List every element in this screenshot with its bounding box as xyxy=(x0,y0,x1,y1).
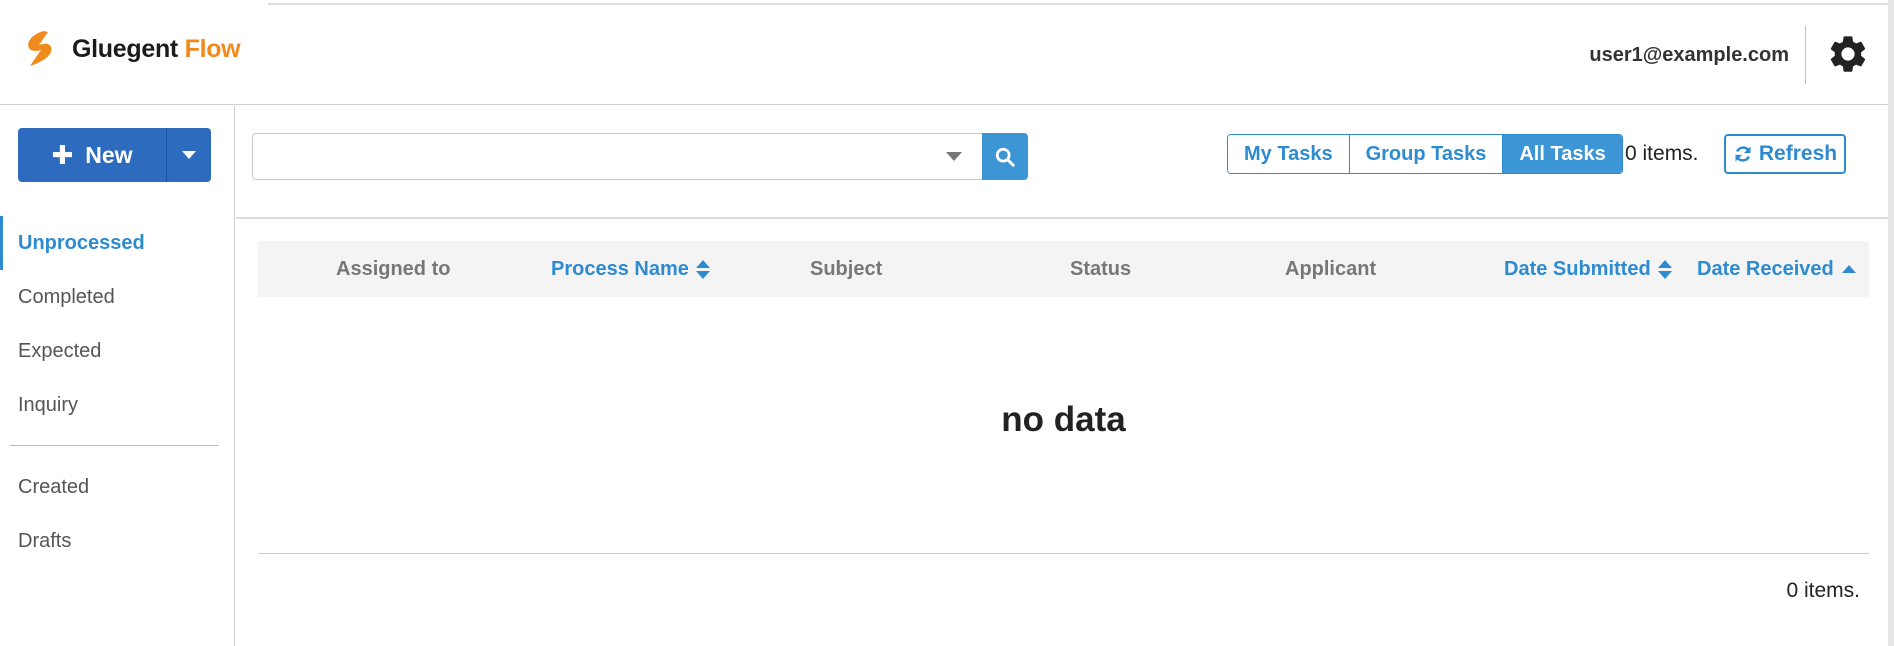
tab-all-tasks[interactable]: All Tasks xyxy=(1502,135,1622,173)
table-bottom-divider xyxy=(258,553,1869,554)
header-top-line xyxy=(268,3,1894,5)
sidebar-item-created[interactable]: Created xyxy=(0,460,234,514)
refresh-label: Refresh xyxy=(1758,142,1838,165)
new-menu-toggle[interactable] xyxy=(166,128,211,182)
refresh-button[interactable]: Refresh xyxy=(1724,134,1846,174)
column-label: Date Submitted xyxy=(1504,257,1651,280)
column-date-received[interactable]: Date Received xyxy=(1697,241,1856,297)
column-status: Status xyxy=(1070,241,1131,297)
column-assigned-to: Assigned to xyxy=(336,241,450,297)
column-label: Subject xyxy=(810,257,883,280)
footer-items-count: 0 items. xyxy=(1786,579,1860,602)
plus-icon: ✚ xyxy=(51,140,74,170)
app-header: Gluegent Flow user1@example.com xyxy=(0,0,1894,105)
search-select[interactable] xyxy=(252,133,982,180)
app-logo[interactable]: Gluegent Flow xyxy=(20,28,241,70)
tab-group-tasks[interactable]: Group Tasks xyxy=(1348,135,1503,173)
caret-down-icon xyxy=(182,151,196,159)
header-divider xyxy=(1805,26,1806,84)
table-header: Assigned to Process Name Subject Status … xyxy=(258,241,1869,297)
column-date-submitted[interactable]: Date Submitted xyxy=(1504,241,1672,297)
sidebar: ✚ New Unprocessed Completed Expected Inq… xyxy=(0,106,235,646)
chevron-down-icon[interactable] xyxy=(946,152,962,161)
sidebar-item-completed[interactable]: Completed xyxy=(0,270,234,324)
sidebar-item-unprocessed[interactable]: Unprocessed xyxy=(0,216,234,270)
gear-icon[interactable] xyxy=(1826,32,1870,76)
column-label: Applicant xyxy=(1285,257,1377,280)
search-icon xyxy=(995,147,1015,167)
sidebar-divider xyxy=(10,445,219,446)
brand-name: Gluegent Flow xyxy=(72,34,241,64)
column-label: Date Received xyxy=(1697,257,1834,280)
new-button-group: ✚ New xyxy=(18,128,211,182)
sort-icon xyxy=(695,259,710,279)
search-bar xyxy=(252,133,1028,180)
empty-table-message: no data xyxy=(1001,400,1126,439)
column-label: Process Name xyxy=(551,257,689,280)
column-label: Status xyxy=(1070,257,1132,280)
toolbar-divider xyxy=(236,217,1888,219)
sidebar-nav: Unprocessed Completed Expected Inquiry C… xyxy=(0,216,234,568)
page-scrollbar[interactable] xyxy=(1888,0,1894,646)
column-subject: Subject xyxy=(810,241,882,297)
brand-name-part1: Gluegent xyxy=(72,34,178,63)
search-button[interactable] xyxy=(982,133,1028,180)
column-label: Assigned to xyxy=(336,257,451,280)
items-count: 0 items. xyxy=(1625,142,1699,165)
new-button[interactable]: ✚ New xyxy=(18,128,166,182)
sort-icon xyxy=(1657,259,1672,279)
sidebar-item-inquiry[interactable]: Inquiry xyxy=(0,378,234,432)
new-button-label: New xyxy=(85,141,133,168)
tab-my-tasks[interactable]: My Tasks xyxy=(1228,135,1349,173)
refresh-icon xyxy=(1735,146,1751,162)
lightning-logo-icon xyxy=(28,31,52,66)
sidebar-item-expected[interactable]: Expected xyxy=(0,324,234,378)
user-email[interactable]: user1@example.com xyxy=(1589,44,1789,67)
column-process-name[interactable]: Process Name xyxy=(551,241,710,297)
task-filter-toggle: My Tasks Group Tasks All Tasks xyxy=(1227,134,1623,174)
sort-ascending-icon xyxy=(1841,265,1856,273)
sidebar-item-drafts[interactable]: Drafts xyxy=(0,514,234,568)
brand-name-part2: Flow xyxy=(184,34,241,63)
column-applicant: Applicant xyxy=(1285,241,1376,297)
